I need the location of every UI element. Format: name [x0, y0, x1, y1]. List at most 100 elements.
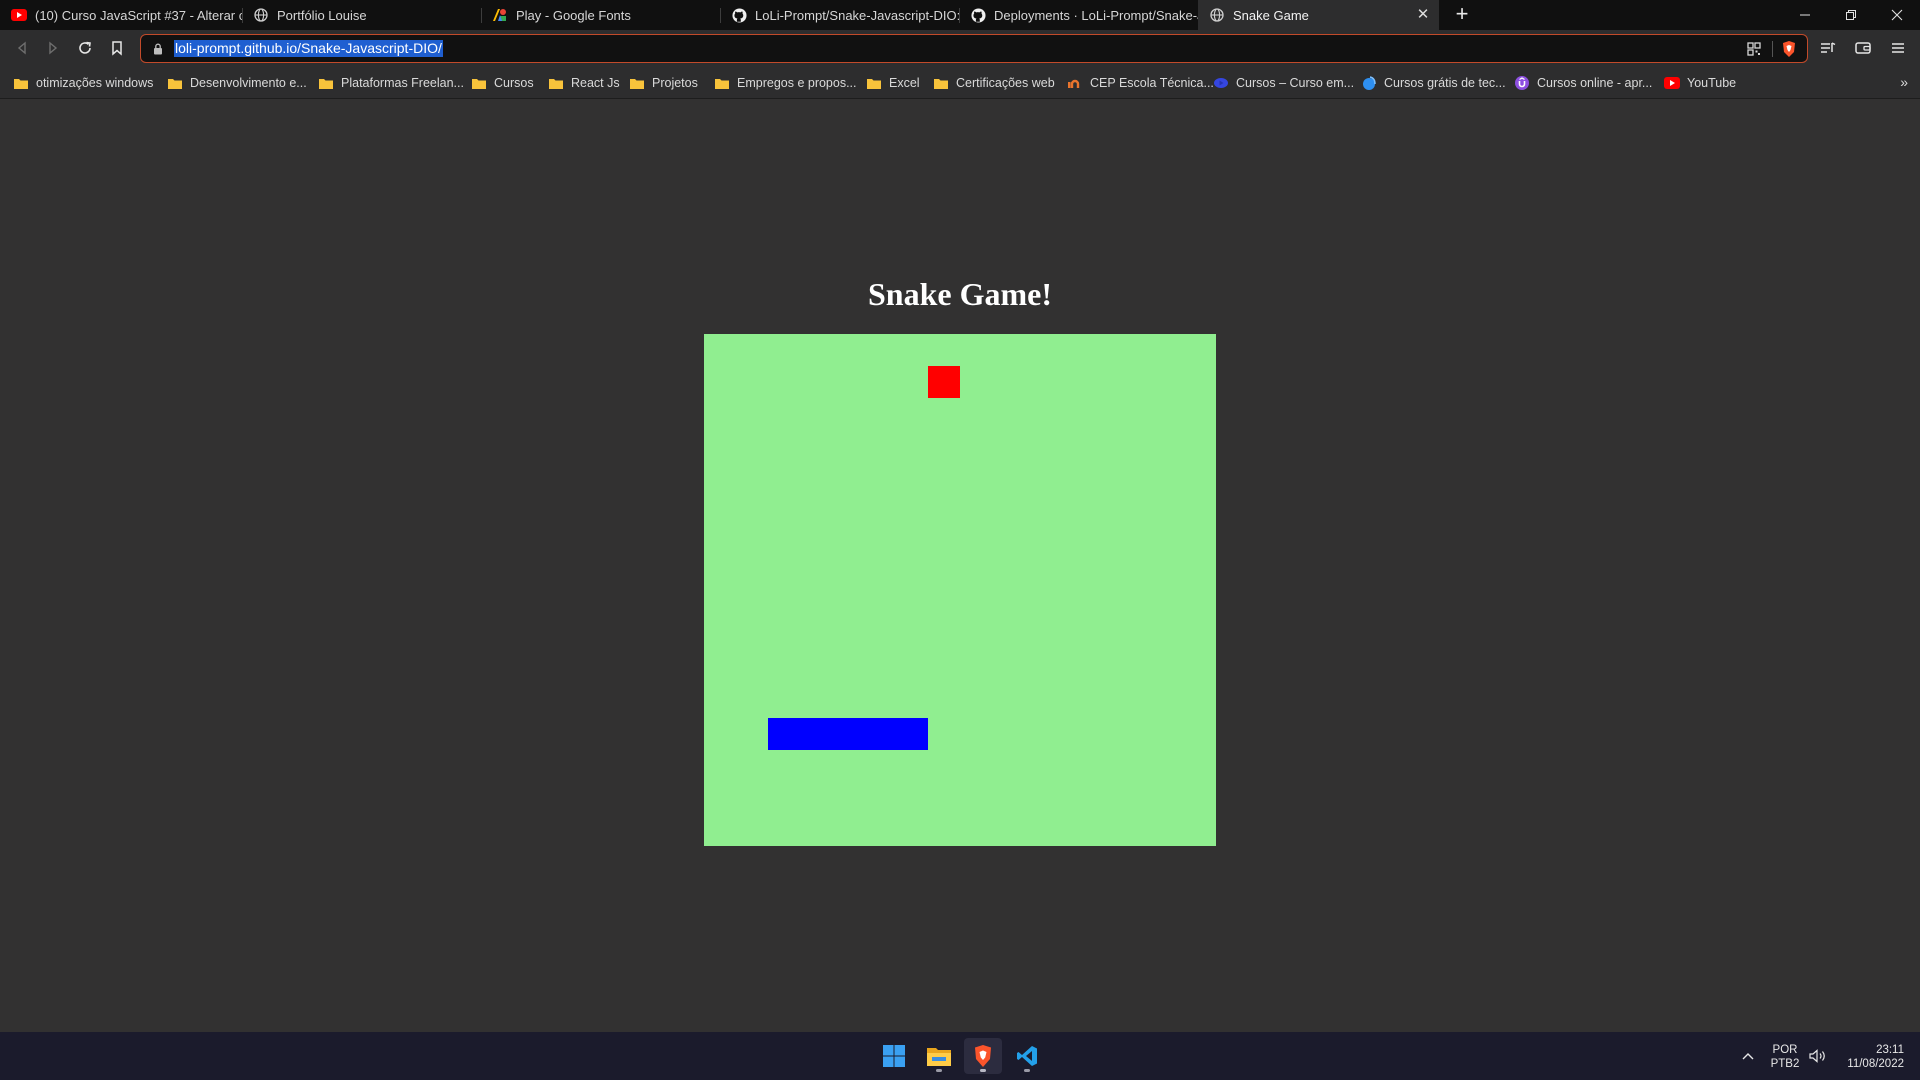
tab-title: Snake Game — [1233, 7, 1309, 23]
bookmark-cursos-online[interactable]: Cursos online - apr... — [1514, 72, 1652, 94]
reading-list-button[interactable] — [1816, 36, 1840, 60]
bookmark-label: Certificações web — [956, 76, 1055, 90]
start-button[interactable] — [875, 1038, 913, 1074]
restore-button[interactable] — [1828, 0, 1874, 30]
address-bar[interactable]: loli-prompt.github.io/Snake-Javascript-D… — [140, 34, 1808, 63]
menu-button[interactable] — [1886, 36, 1910, 60]
bookmark-desenvolvimento[interactable]: Desenvolvimento e... — [167, 72, 307, 94]
reload-button[interactable] — [73, 36, 97, 60]
wallet-button[interactable] — [1851, 36, 1875, 60]
chevron-up-icon — [1742, 1053, 1754, 1060]
github-icon — [731, 7, 747, 23]
bookmark-plataformas-freelan[interactable]: Plataformas Freelan... — [318, 72, 464, 94]
snake-segment — [896, 718, 928, 750]
bookmark-empregos[interactable]: Empregos e propos... — [714, 72, 857, 94]
snake-segment — [832, 718, 864, 750]
running-indicator — [936, 1069, 942, 1072]
language-code: POR — [1772, 1044, 1798, 1056]
youtube-icon — [11, 7, 27, 23]
bookmark-react-js[interactable]: React Js — [548, 72, 620, 94]
close-window-button[interactable] — [1874, 0, 1920, 30]
bookmark-label: Cursos – Curso em... — [1236, 76, 1355, 90]
bookmarks-bar: otimizações windows Desenvolvimento e...… — [0, 67, 1920, 99]
snake-segment — [800, 718, 832, 750]
back-button[interactable] — [10, 36, 34, 60]
bookmark-projetos[interactable]: Projetos — [629, 72, 698, 94]
brave-browser-button[interactable] — [964, 1038, 1002, 1074]
folder-icon — [471, 75, 487, 91]
bookmark-otimizacoes-windows[interactable]: otimizações windows — [13, 72, 153, 94]
tab-github-repo[interactable]: LoLi-Prompt/Snake-Javascript-DIO: Ex — [720, 0, 959, 30]
folder-icon — [629, 75, 645, 91]
bookmark-cep-escola[interactable]: CEP Escola Técnica... — [1067, 72, 1214, 94]
show-hidden-icons-button[interactable] — [1742, 1032, 1754, 1080]
folder-icon — [927, 1048, 951, 1066]
tab-github-deployments[interactable]: Deployments · LoLi-Prompt/Snake-Jav — [959, 0, 1198, 30]
minimize-icon — [1800, 14, 1810, 16]
game-board[interactable] — [704, 334, 1216, 846]
bookmark-icon — [112, 41, 122, 56]
tab-portfolio-louise[interactable]: Portfólio Louise — [242, 0, 481, 30]
reload-icon — [79, 41, 91, 54]
folder-icon — [866, 75, 882, 91]
brave-icon — [975, 1045, 991, 1067]
tab-title: (10) Curso JavaScript #37 - Alterar con — [35, 7, 242, 23]
tab-google-fonts[interactable]: Play - Google Fonts — [481, 0, 720, 30]
cep-icon — [1067, 75, 1083, 91]
forward-button[interactable] — [41, 36, 65, 60]
tab-title: Deployments · LoLi-Prompt/Snake-Jav — [994, 7, 1198, 23]
bookmark-label: Plataformas Freelan... — [341, 76, 464, 90]
speaker-icon — [1809, 1049, 1825, 1063]
minimize-button[interactable] — [1782, 0, 1828, 30]
vscode-button[interactable] — [1008, 1038, 1046, 1074]
page-content: Snake Game! — [0, 99, 1920, 1032]
tab-snake-game[interactable]: Snake Game ✕ — [1198, 0, 1439, 30]
folder-icon — [714, 75, 730, 91]
snake-segment — [864, 718, 896, 750]
wallet-icon — [1855, 42, 1871, 54]
bookmark-cursos[interactable]: Cursos — [471, 72, 534, 94]
brave-shields-icon[interactable] — [1781, 40, 1797, 58]
volume-button[interactable] — [1809, 1032, 1827, 1080]
folder-icon — [167, 75, 183, 91]
bookmark-label: YouTube — [1687, 76, 1737, 90]
playlist-icon — [1821, 42, 1836, 53]
divider — [1772, 41, 1773, 57]
close-tab-icon[interactable]: ✕ — [1415, 7, 1431, 23]
bookmark-button[interactable] — [105, 36, 129, 60]
bookmark-label: Projetos — [652, 76, 698, 90]
bookmark-youtube[interactable]: YouTube — [1664, 72, 1736, 94]
bookmark-cursos-gratis[interactable]: Cursos grátis de tec... — [1361, 72, 1506, 94]
globe-icon — [253, 7, 269, 23]
folder-icon — [13, 75, 29, 91]
curso-em-video-icon — [1213, 75, 1229, 91]
qr-code-icon[interactable] — [1747, 42, 1761, 56]
folder-icon — [548, 75, 564, 91]
bookmark-label: Cursos grátis de tec... — [1384, 76, 1506, 90]
bookmark-certificacoes-web[interactable]: Certificações web — [933, 72, 1055, 94]
bookmark-label: Cursos — [494, 76, 534, 90]
tab-strip: (10) Curso JavaScript #37 - Alterar con … — [0, 0, 1920, 30]
input-language-indicator[interactable]: POR PTB2 — [1768, 1043, 1802, 1071]
url-text[interactable]: loli-prompt.github.io/Snake-Javascript-D… — [174, 40, 443, 57]
restore-icon — [1846, 10, 1856, 20]
bookmark-curso-em-video[interactable]: Cursos – Curso em... — [1213, 72, 1354, 94]
taskbar: POR PTB2 23:11 11/08/2022 — [0, 1032, 1920, 1080]
tab-youtube-curso[interactable]: (10) Curso JavaScript #37 - Alterar con — [0, 0, 242, 30]
bookmark-label: Excel — [889, 76, 920, 90]
forward-arrow-icon — [49, 41, 58, 55]
bookmark-excel[interactable]: Excel — [866, 72, 920, 94]
back-arrow-icon — [17, 41, 26, 55]
file-explorer-button[interactable] — [920, 1038, 958, 1074]
browser-toolbar: loli-prompt.github.io/Snake-Javascript-D… — [0, 30, 1920, 67]
snake-segment — [768, 718, 800, 750]
more-bookmarks-chevron-icon[interactable]: » — [1900, 74, 1908, 90]
bookmark-label: otimizações windows — [36, 76, 154, 90]
system-clock[interactable]: 23:11 11/08/2022 — [1834, 1043, 1904, 1071]
windows-icon — [883, 1045, 905, 1067]
lock-icon[interactable] — [153, 43, 163, 55]
bookmark-label: React Js — [571, 76, 620, 90]
new-tab-button[interactable]: + — [1450, 3, 1474, 27]
github-icon — [970, 7, 986, 23]
droplet-icon — [1361, 75, 1377, 91]
